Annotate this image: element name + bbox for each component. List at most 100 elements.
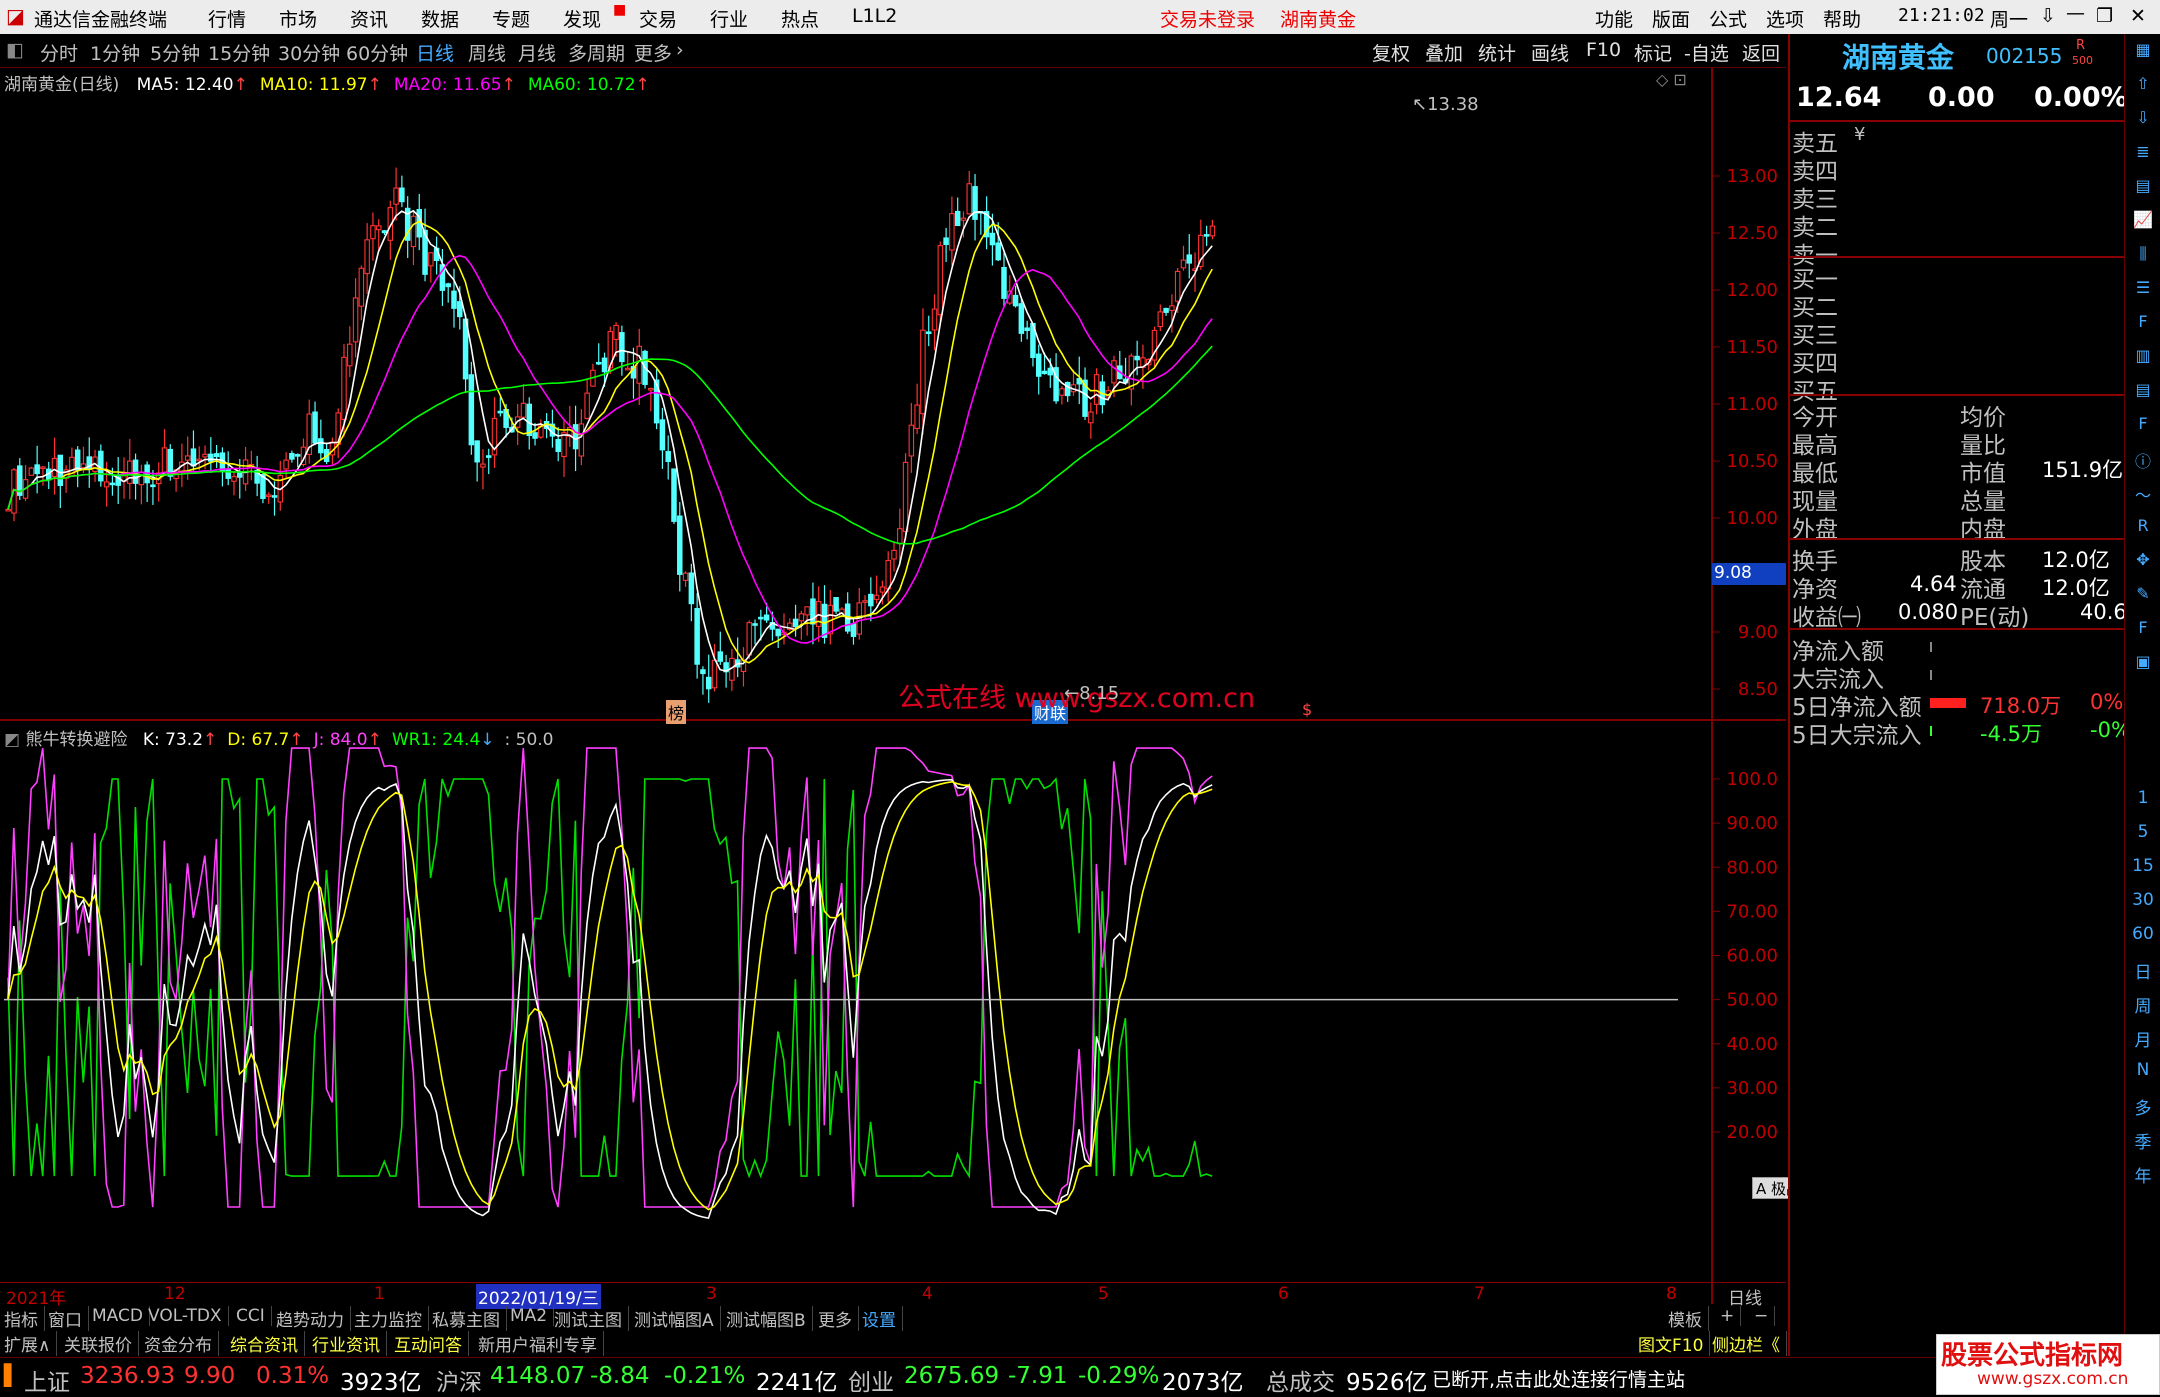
up-icon[interactable]: ⇧ — [2131, 74, 2155, 93]
indicator-tab[interactable]: 更多 — [818, 1306, 859, 1331]
period-shortcut[interactable]: 周 — [2127, 992, 2159, 1017]
menu-item-l1l2[interactable]: L1L2 — [852, 5, 897, 27]
period-multi[interactable]: 多周期 — [568, 39, 625, 66]
trade-login-status[interactable]: 交易未登录 — [1160, 5, 1255, 32]
extension-tab[interactable]: 关联报价 — [64, 1331, 139, 1356]
adjust-button[interactable]: 复权 — [1372, 39, 1410, 66]
extension-tab[interactable]: 新用户福利专享 — [478, 1331, 604, 1356]
indicator-tab[interactable]: 设置 — [862, 1306, 903, 1331]
period-shortcut[interactable]: 30 — [2127, 890, 2159, 910]
list-icon[interactable]: ≣ — [2131, 142, 2155, 161]
period-shortcut[interactable]: 多 — [2127, 1094, 2159, 1119]
scroll-down-icon[interactable]: ⇩ — [2040, 5, 2056, 27]
collapse-icon[interactable]: ◩ — [4, 730, 20, 750]
period-30min[interactable]: 30分钟 — [278, 39, 340, 66]
dollar-marker[interactable]: $ — [1302, 700, 1312, 719]
expand-icon[interactable]: ◧ — [6, 39, 24, 61]
indicator-tab[interactable]: 测试主图 — [554, 1306, 629, 1331]
menu-item-function[interactable]: 功能 — [1595, 5, 1633, 32]
period-shortcut[interactable]: 15 — [2127, 856, 2159, 876]
period-daily[interactable]: 日线 — [416, 39, 454, 66]
extension-tab[interactable]: 扩展∧ — [4, 1331, 58, 1356]
period-shortcut[interactable]: 季 — [2127, 1128, 2159, 1153]
period-shortcut[interactable]: 5 — [2127, 822, 2159, 842]
indicator-name[interactable]: 熊牛转换避险 — [25, 730, 127, 750]
cy-label[interactable]: 创业 — [848, 1363, 894, 1397]
sz-label[interactable]: 沪深 — [436, 1363, 482, 1397]
indicator-tab[interactable]: 主力监控 — [354, 1306, 429, 1331]
indicator-tab[interactable]: 趋势动力 — [276, 1306, 351, 1331]
indicator-tab[interactable]: 指标 — [4, 1306, 45, 1331]
mark-button[interactable]: 标记 — [1634, 39, 1672, 66]
connection-message[interactable]: 已断开,点击此处连接行情主站 — [1432, 1365, 1685, 1392]
menu-item-options[interactable]: 选项 — [1766, 5, 1804, 32]
indicator-tab[interactable]: 测试幅图B — [726, 1306, 813, 1331]
stats-button[interactable]: 统计 — [1478, 39, 1516, 66]
f2-icon[interactable]: F — [2131, 414, 2155, 433]
bar-icon[interactable]: ▥ — [2131, 346, 2155, 365]
wave-icon[interactable]: 〜 — [2131, 482, 2155, 506]
grid-icon[interactable]: ▦ — [2131, 40, 2155, 59]
pen-icon[interactable]: ✎ — [2131, 584, 2155, 603]
period-timeshare[interactable]: 分时 — [40, 39, 78, 66]
rank-marker[interactable]: 榜 — [666, 700, 687, 724]
extension-tab[interactable]: 资金分布 — [144, 1331, 219, 1356]
period-weekly[interactable]: 周线 — [468, 39, 506, 66]
menu-item-discover[interactable]: 发现 — [563, 5, 601, 32]
extension-tab[interactable]: 综合资讯 — [230, 1331, 305, 1356]
period-60min[interactable]: 60分钟 — [346, 39, 408, 66]
menu-item-layout[interactable]: 版面 — [1652, 5, 1690, 32]
menu-item-news[interactable]: 资讯 — [350, 5, 388, 32]
chart-icon[interactable]: ▣ — [2131, 652, 2155, 671]
overlay-button[interactable]: 叠加 — [1425, 39, 1463, 66]
period-shortcut[interactable]: 1 — [2127, 788, 2159, 808]
info-icon[interactable]: ⓘ — [2131, 448, 2155, 472]
period-shortcut[interactable]: 日 — [2127, 958, 2159, 983]
extension-tab[interactable]: 互动问答 — [394, 1331, 469, 1356]
period-shortcut[interactable]: 月 — [2127, 1026, 2159, 1051]
menu-item-hot[interactable]: 热点 — [781, 5, 819, 32]
draw-button[interactable]: 画线 — [1531, 39, 1569, 66]
table-icon[interactable]: ▤ — [2131, 176, 2155, 195]
detail-icon[interactable]: ☰ — [2131, 278, 2155, 297]
indicator-tab[interactable]: 私募主图 — [432, 1306, 507, 1331]
indicator-tab[interactable]: MA2 — [510, 1306, 555, 1326]
period-monthly[interactable]: 月线 — [518, 39, 556, 66]
indicator-tab[interactable]: 测试幅图A — [634, 1306, 721, 1331]
add-button[interactable]: + — [1720, 1306, 1742, 1326]
menu-item-help[interactable]: 帮助 — [1823, 5, 1861, 32]
menu-item-formula[interactable]: 公式 — [1709, 5, 1747, 32]
menu-item-trade[interactable]: 交易 — [639, 5, 677, 32]
extension-tab[interactable]: 行业资讯 — [312, 1331, 387, 1356]
menu-item-industry[interactable]: 行业 — [710, 5, 748, 32]
side-tab[interactable]: 侧边栏《 — [1712, 1331, 1787, 1356]
period-shortcut[interactable]: 年 — [2127, 1162, 2159, 1187]
period-shortcut[interactable]: 60 — [2127, 924, 2159, 944]
sh-label[interactable]: 上证 — [24, 1363, 70, 1397]
indicator-tab[interactable]: CCI — [236, 1306, 272, 1326]
indicator-tab[interactable]: VOL-TDX — [148, 1306, 229, 1326]
period-1min[interactable]: 1分钟 — [90, 39, 140, 66]
fs-icon[interactable]: F — [2131, 618, 2155, 637]
period-shortcut[interactable]: N — [2127, 1060, 2159, 1080]
rsi-icon[interactable]: R — [2131, 516, 2155, 535]
pane-controls[interactable]: ◇ ⊡ — [1656, 70, 1687, 89]
menu-item-market[interactable]: 市场 — [279, 5, 317, 32]
down-icon[interactable]: ⇩ — [2131, 108, 2155, 127]
period-more[interactable]: 更多 — [634, 39, 672, 66]
remove-button[interactable]: − — [1754, 1306, 1776, 1326]
chevron-right-icon[interactable]: › — [676, 39, 684, 61]
move-icon[interactable]: ✥ — [2131, 550, 2155, 569]
back-button[interactable]: 返回 — [1742, 39, 1780, 66]
minimize-icon[interactable]: — — [2066, 2, 2085, 24]
kline-chart[interactable]: 13.0012.5012.0011.5011.0010.5010.009.509… — [0, 68, 1786, 1304]
table2-icon[interactable]: ▤ — [2131, 380, 2155, 399]
menu-item-topics[interactable]: 专题 — [492, 5, 530, 32]
indicator-tab[interactable]: MACD — [92, 1306, 150, 1326]
template-button[interactable]: 模板 — [1668, 1306, 1709, 1331]
menu-item-quotes[interactable]: 行情 — [208, 5, 246, 32]
period-5min[interactable]: 5分钟 — [150, 39, 200, 66]
close-icon[interactable]: ✕ — [2130, 5, 2146, 27]
menu-item-data[interactable]: 数据 — [421, 5, 459, 32]
restore-icon[interactable]: ❐ — [2096, 5, 2113, 27]
